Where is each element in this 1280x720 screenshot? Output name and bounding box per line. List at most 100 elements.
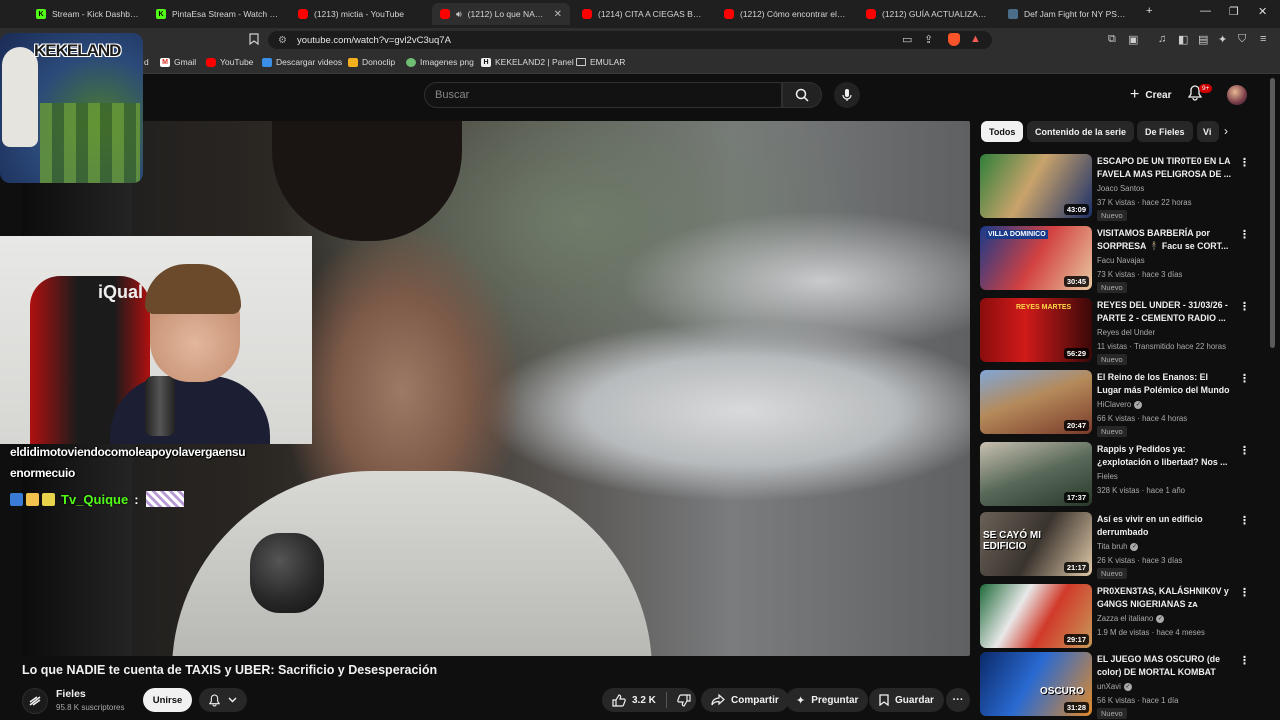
sidebar-icon[interactable]: ◧ xyxy=(1178,33,1188,46)
recommendation-title: El Reino de los Enanos: El Lugar más Pol… xyxy=(1097,372,1230,395)
page-scrollbar[interactable] xyxy=(1270,78,1275,348)
recommendation-item[interactable]: REYES MARTES 56:29 REYES DEL UNDER - 31/… xyxy=(980,298,1250,365)
new-tab-icon[interactable]: + xyxy=(1146,5,1152,17)
brave-shield-icon[interactable] xyxy=(948,33,960,49)
recommendation-item[interactable]: VILLA DOMINICO 30:45 VISITAMOS BARBERÍA … xyxy=(980,226,1250,293)
video-thumbnail[interactable]: 43:09 xyxy=(980,154,1092,218)
chip-de-fieles[interactable]: De Fieles xyxy=(1137,121,1193,142)
media-icon[interactable]: ♫ xyxy=(1158,33,1166,45)
recommendation-menu-icon[interactable]: ⋮ xyxy=(1239,228,1250,241)
video-thumbnail[interactable]: SE CAYÓ MI EDIFICIO 21:17 xyxy=(980,512,1092,576)
new-badge: Nuevo xyxy=(1097,426,1127,437)
voice-search-button[interactable] xyxy=(834,82,860,108)
avatar[interactable] xyxy=(1227,85,1247,105)
video-thumbnail[interactable]: VILLA DOMINICO 30:45 xyxy=(980,226,1092,290)
browser-tab[interactable]: (1213) mictia - YouTube xyxy=(290,3,428,25)
bookmark-icon[interactable] xyxy=(249,33,259,45)
video-thumbnail[interactable]: REYES MARTES 56:29 xyxy=(980,298,1092,362)
new-badge: Nuevo xyxy=(1097,708,1127,719)
duration-badge: 29:17 xyxy=(1063,634,1089,645)
folder-icon xyxy=(576,58,586,66)
recommendation-menu-icon[interactable]: ⋮ xyxy=(1239,654,1250,667)
recommendation-title: ESCAPO DE UN TIR0TE0 EN LA FAVELA MAS PE… xyxy=(1097,156,1232,179)
more-actions-button[interactable]: ··· xyxy=(946,688,970,712)
chips-next-button[interactable]: › xyxy=(1224,124,1240,140)
youtube-icon xyxy=(866,9,876,19)
bell-icon xyxy=(209,693,220,706)
video-thumbnail[interactable]: 20:47 xyxy=(980,370,1092,434)
leo-ai-icon[interactable]: ✦ xyxy=(1218,33,1227,46)
minimize-icon[interactable]: — xyxy=(1200,5,1211,17)
screenshot-icon[interactable]: ▣ xyxy=(1128,33,1138,46)
recommendation-item[interactable]: 20:47 El Reino de los Enanos: El Lugar m… xyxy=(980,370,1250,437)
like-button[interactable]: 3.2 K xyxy=(612,693,656,707)
subscriber-count: 95.8 K suscriptores xyxy=(56,703,125,712)
duration-badge: 31:28 xyxy=(1063,702,1089,713)
browser-tab[interactable]: Def Jam Fight for NY PS2 ISO ( xyxy=(1000,3,1138,25)
duration-badge: 17:37 xyxy=(1063,492,1089,503)
channel-avatar[interactable] xyxy=(22,688,48,714)
chip-contenido-serie[interactable]: Contenido de la serie xyxy=(1027,121,1135,142)
recommendation-meta: 1.9 M de vistas · hace 4 meses xyxy=(1097,628,1205,637)
chip-todos[interactable]: Todos xyxy=(981,121,1024,142)
recommendation-menu-icon[interactable]: ⋮ xyxy=(1239,372,1250,385)
recommendation-item[interactable]: 43:09 ESCAPO DE UN TIR0TE0 EN LA FAVELA … xyxy=(980,154,1250,221)
recommendation-meta: 328 K vistas · hace 1 año xyxy=(1097,486,1185,495)
bookmark-kekeland-panel[interactable]: H KEKELAND2 | Panel xyxy=(481,57,574,67)
search-button[interactable] xyxy=(782,82,822,108)
channel-name[interactable]: Fieles xyxy=(56,688,86,700)
join-button[interactable]: Unirse xyxy=(143,688,192,712)
video-thumbnail[interactable]: 29:17 xyxy=(980,584,1092,648)
url-field[interactable]: ⚙︎ youtube.com/watch?v=gvl2vC3uq7A xyxy=(268,31,992,49)
recommendation-menu-icon[interactable]: ⋮ xyxy=(1239,444,1250,457)
menu-icon[interactable]: ≡ xyxy=(1260,33,1266,45)
recommendation-menu-icon[interactable]: ⋮ xyxy=(1239,300,1250,313)
brave-rewards-icon[interactable]: ▲ xyxy=(970,33,981,45)
dislike-button[interactable] xyxy=(673,693,691,707)
recommendation-item[interactable]: 17:37 Rappis y Pedidos ya: ¿explotación … xyxy=(980,442,1250,508)
recommendation-menu-icon[interactable]: ⋮ xyxy=(1239,156,1250,169)
browser-tab-active[interactable]: 🔊︎ (1212) Lo que NADIE te ✕ xyxy=(432,3,570,25)
video-thumbnail[interactable]: 17:37 xyxy=(980,442,1092,506)
save-button[interactable]: Guardar xyxy=(869,688,944,712)
browser-tab[interactable]: (1212) Cómo encontrar el Stro xyxy=(716,3,854,25)
recommendation-item[interactable]: OSCURO 31:28 EL JUEGO MAS OSCURO (de col… xyxy=(980,652,1250,719)
browser-tab[interactable]: K PintaEsa Stream - Watch Live o xyxy=(148,3,286,25)
browser-tab[interactable]: (1214) CITA A CIEGAS BASADA xyxy=(574,3,712,25)
recommendation-title: EL JUEGO MAS OSCURO (de color) DE MORTAL… xyxy=(1097,654,1221,677)
bookmark-youtube[interactable]: YouTube xyxy=(206,57,253,67)
restore-icon[interactable]: ❐ xyxy=(1229,5,1239,18)
ask-button[interactable]: ✦ Preguntar xyxy=(786,688,869,712)
site-settings-icon[interactable]: ⚙︎ xyxy=(278,35,287,46)
extensions-icon[interactable]: ⧉ xyxy=(1108,33,1116,46)
bookmark-descargar-videos[interactable]: Descargar videos xyxy=(262,57,342,67)
recommendation-channel: Reyes del Under xyxy=(1097,328,1156,337)
subscription-bell-button[interactable] xyxy=(199,688,247,712)
wallet-icon[interactable]: ▤ xyxy=(1198,33,1208,46)
bookmark-gmail[interactable]: M Gmail xyxy=(160,57,196,67)
recommendation-item[interactable]: SE CAYÓ MI EDIFICIO 21:17 Así es vivir e… xyxy=(980,512,1250,579)
youtube-icon xyxy=(724,9,734,19)
vpn-icon[interactable]: ⛉ xyxy=(1238,33,1246,46)
bookmark-emular[interactable]: EMULAR xyxy=(576,57,625,67)
search-input[interactable]: Buscar xyxy=(424,82,782,108)
share-button[interactable]: Compartir xyxy=(701,688,789,712)
recommendation-menu-icon[interactable]: ⋮ xyxy=(1239,514,1250,527)
bookmark-imagenes-png[interactable]: Imagenes png xyxy=(406,57,474,67)
share-icon[interactable]: ⇪ xyxy=(924,33,933,46)
video-thumbnail[interactable]: OSCURO 31:28 xyxy=(980,652,1092,716)
close-window-icon[interactable]: ✕ xyxy=(1258,5,1267,18)
close-tab-icon[interactable]: ✕ xyxy=(554,9,562,20)
logo-blocks xyxy=(40,103,140,183)
create-button[interactable]: + Crear xyxy=(1122,84,1179,106)
browser-tab[interactable]: (1212) GUÍA ACTUALIZADA Y E xyxy=(858,3,996,25)
browser-tab[interactable]: K Stream - Kick Dashboard xyxy=(28,3,148,25)
bookmark-donoclip[interactable]: Donoclip xyxy=(348,57,395,67)
chip-vi[interactable]: Vi xyxy=(1197,121,1219,142)
new-badge: Nuevo xyxy=(1097,282,1127,293)
bookmark-item[interactable]: d xyxy=(144,57,149,67)
recommendation-item[interactable]: 29:17 PR0XEN3TAS, KALÁSHNIK0V y G4NGS NI… xyxy=(980,584,1250,650)
recommendation-menu-icon[interactable]: ⋮ xyxy=(1239,586,1250,599)
cast-icon[interactable]: ▭ xyxy=(902,33,912,46)
verified-icon: ✓ xyxy=(1156,614,1165,623)
